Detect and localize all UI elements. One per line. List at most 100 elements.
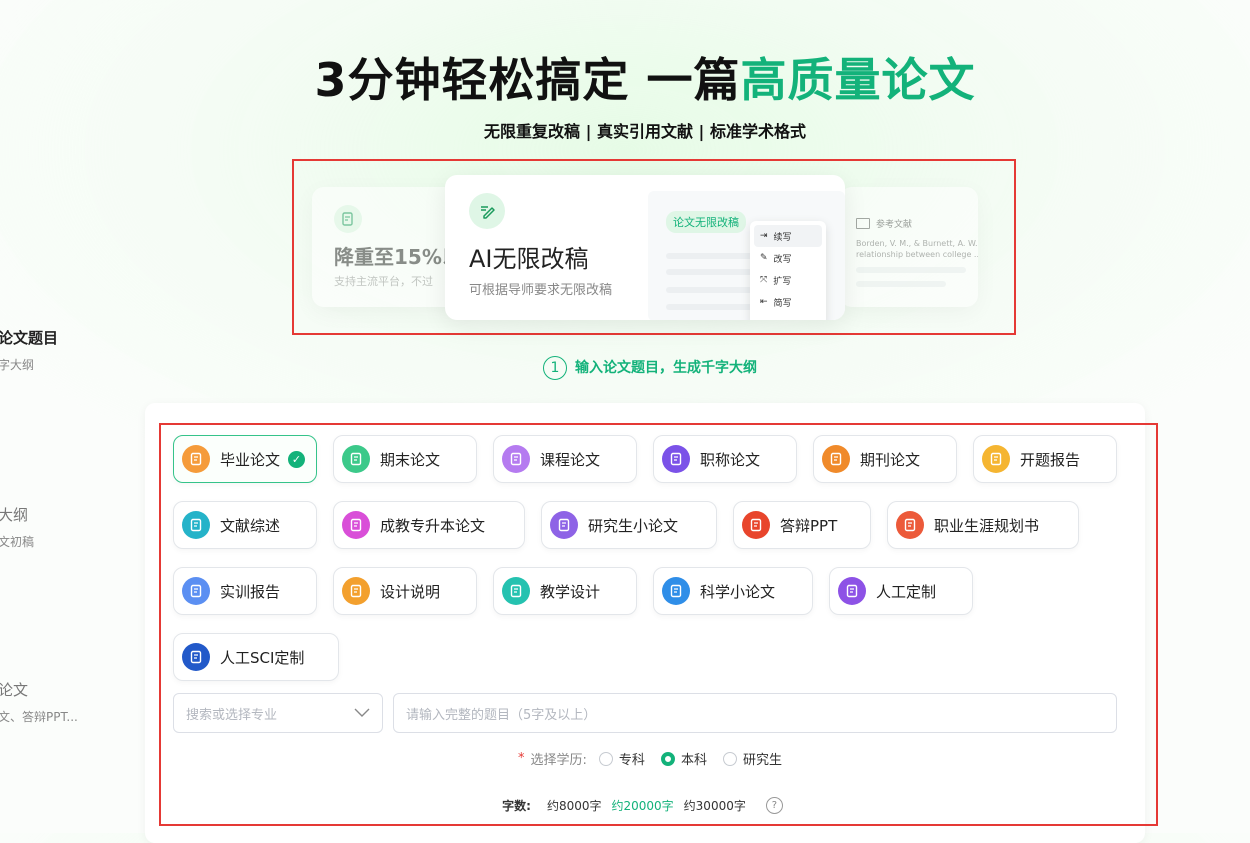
placeholder-line [666,304,754,310]
paper-type-chip[interactable]: 文献综述 [173,501,317,549]
radio-graduate-label[interactable]: 研究生 [743,749,782,768]
paper-type-label: 职业生涯规划书 [934,516,1040,535]
paper-type-icon [550,511,578,539]
references-header: 参考文献 [856,217,912,230]
left-step-2[interactable]: 大纲 文初稿 [0,504,34,550]
placeholder-line [666,253,754,259]
education-label: 选择学历: [530,753,587,768]
placeholder-line [666,287,754,293]
paper-type-label: 实训报告 [220,582,281,601]
feature-card-dedup-desc: 支持主流平台，不过 [334,275,433,288]
feature-card-rewrite-title: AI无限改稿 [469,245,589,273]
feature-card-rewrite[interactable]: AI无限改稿 可根据导师要求无限改稿 论文无限改稿 ⇥ 续写 ✎ 改写 ⤧ 扩写 ⇤ 简… [445,175,845,320]
paper-type-label: 研究生小论文 [588,516,679,535]
pen-icon [469,193,505,229]
menu-shorten[interactable]: ⇤ 简写 [750,291,826,313]
paper-type-chip[interactable]: 职称论文 [653,435,797,483]
major-select-placeholder: 搜索或选择专业 [186,707,278,723]
paper-type-icon [822,445,850,473]
paper-type-chip[interactable]: 人工定制 [829,567,973,615]
paper-type-chip[interactable]: 成教专升本论文 [333,501,525,549]
menu-expand[interactable]: ⤧ 扩写 [750,269,826,291]
rewrite-menu: ⇥ 续写 ✎ 改写 ⤧ 扩写 ⇤ 简写 [750,221,826,320]
reference-line-2: relationship between college ... [856,250,978,259]
paper-type-chip[interactable]: 答辩PPT [733,501,871,549]
radio-bachelor-label[interactable]: 本科 [681,749,707,768]
paper-type-icon [502,577,530,605]
feature-card-references[interactable]: 参考文献 Borden, V. M., & Burnett, A. W. rel… [840,187,978,307]
left-step-3-title: 论文 [0,681,29,699]
step-text: 输入论文题目，生成千字大纲 [575,360,757,376]
chevron-down-icon [354,708,370,717]
menu-shorten-label: 简写 [773,298,792,309]
paper-type-label: 文献综述 [220,516,281,535]
paper-type-chip[interactable]: 研究生小论文 [541,501,717,549]
major-select[interactable]: 搜索或选择专业 [173,693,383,733]
paper-type-chip[interactable]: 课程论文 [493,435,637,483]
paper-type-icon [182,511,210,539]
left-step-3[interactable]: 论文 文、答辩PPT... [0,679,78,725]
headline: 3分钟轻松搞定 一篇高质量论文 [0,44,1250,110]
word-count-label: 字数: [502,799,531,813]
paper-type-icon [342,577,370,605]
paper-type-icon [896,511,924,539]
paper-type-label: 期刊论文 [860,450,921,469]
paper-type-icon [742,511,770,539]
placeholder-line [856,267,966,273]
paper-type-chip[interactable]: 期刊论文 [813,435,957,483]
left-step-3-sub: 文、答辩PPT... [0,710,78,724]
paper-type-chip[interactable]: 教学设计 [493,567,637,615]
paper-type-chip[interactable]: 实训报告 [173,567,317,615]
menu-continue[interactable]: ⇥ 续写 [754,225,822,247]
paper-type-icon [342,511,370,539]
help-icon[interactable]: ? [765,797,783,814]
step-indicator: 1 输入论文题目，生成千字大纲 [0,356,1250,380]
paper-type-label: 成教专升本论文 [380,516,486,535]
paper-type-icon [342,445,370,473]
word-count-selector: 字数: 约8000字 约20000字 约30000字 ? [0,797,1250,814]
paper-type-label: 教学设计 [540,582,601,601]
subline: 无限重复改稿 | 真实引用文献 | 标准学术格式 [484,122,806,141]
radio-associate[interactable] [598,751,613,766]
paper-type-chip[interactable]: 设计说明 [333,567,477,615]
paper-type-chip[interactable]: 期末论文 [333,435,477,483]
paper-type-icon [662,577,690,605]
radio-associate-label[interactable]: 专科 [619,749,645,768]
placeholder-line [666,269,754,275]
paper-type-chip[interactable]: 开题报告 [973,435,1117,483]
radio-graduate[interactable] [722,751,737,766]
word-count-20000[interactable]: 约20000字 [611,797,673,814]
paper-type-label: 人工SCI定制 [220,648,305,667]
rewrite-preview: 论文无限改稿 ⇥ 续写 ✎ 改写 ⤧ 扩写 ⇤ 简写 [648,191,845,320]
headline-highlight: 高质量论文 [740,53,976,107]
paper-type-label: 人工定制 [876,582,937,601]
paper-type-label: 科学小论文 [700,582,776,601]
education-selector: * 选择学历: 专科 本科 研究生 [0,749,1250,768]
word-count-30000[interactable]: 约30000字 [684,797,746,814]
paper-type-icon [182,577,210,605]
shorten-icon: ⇤ [760,297,768,307]
paper-type-label: 设计说明 [380,582,441,601]
paper-type-label: 期末论文 [380,450,441,469]
menu-rewrite[interactable]: ✎ 改写 [750,247,826,269]
rewrite-tag: 论文无限改稿 [666,211,746,233]
paper-type-chip[interactable]: 职业生涯规划书 [887,501,1079,549]
title-input[interactable]: 请输入完整的题目（5字及以上） [393,693,1117,733]
menu-rewrite-label: 改写 [773,254,792,265]
book-icon [856,218,870,229]
menu-continue-label: 续写 [773,232,792,243]
wand-icon: ✎ [760,253,768,263]
menu-expand-label: 扩写 [773,276,792,287]
paper-type-icon [502,445,530,473]
required-mark: * [518,751,525,766]
continue-icon: ⇥ [760,231,768,241]
paper-type-icon [182,643,210,671]
paper-type-chip[interactable]: 毕业论文 ✓ [173,435,317,483]
paper-type-chip[interactable]: 人工SCI定制 [173,633,339,681]
references-title: 参考文献 [876,220,913,230]
word-count-8000[interactable]: 约8000字 [547,797,602,814]
paper-type-chip[interactable]: 科学小论文 [653,567,813,615]
paper-type-label: 课程论文 [540,450,601,469]
paper-type-label: 答辩PPT [780,516,838,535]
radio-bachelor[interactable] [660,751,675,766]
